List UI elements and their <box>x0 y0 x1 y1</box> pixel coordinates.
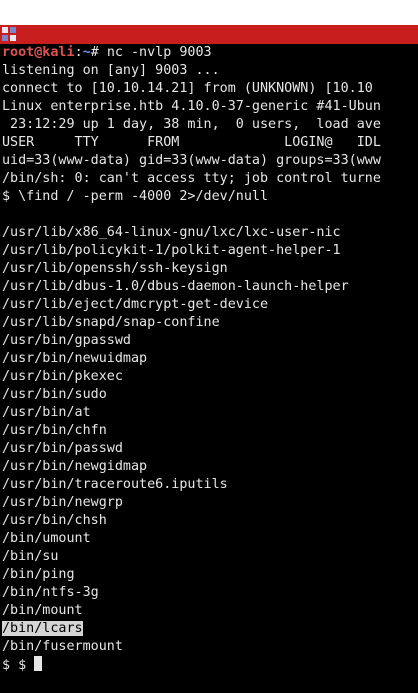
output-line: /bin/su <box>2 549 59 564</box>
output-line: /usr/bin/chfn <box>2 423 107 438</box>
output-line-selected: /bin/lcars <box>2 620 418 638</box>
output-line: /usr/bin/newgidmap <box>2 459 148 474</box>
output-line: listening on [any] 9003 ... <box>2 63 220 78</box>
output-line: /usr/bin/passwd <box>2 441 123 456</box>
prompt-separator: : <box>74 45 83 60</box>
output-line: /usr/bin/pkexec <box>2 369 123 384</box>
selected-text[interactable]: /bin/lcars <box>2 621 83 636</box>
output-line: /usr/bin/traceroute6.iputils <box>2 477 228 492</box>
terminal-output[interactable]: root@kali:~# nc -nvlp 9003 listening on … <box>2 44 418 693</box>
output-line: $ \find / -perm -4000 2>/dev/null <box>2 189 269 204</box>
command-output: listening on [any] 9003 ... connect to [1… <box>2 62 418 620</box>
terminal-title-bar <box>0 25 418 44</box>
output-line: /usr/lib/openssh/ssh-keysign <box>2 261 228 276</box>
output-line: /bin/mount <box>2 603 83 618</box>
prompt-command: nc -nvlp 9003 <box>106 45 212 60</box>
output-line: connect to [10.10.14.21] from (UNKNOWN) … <box>2 81 373 96</box>
prompt-line: root@kali:~# nc -nvlp 9003 <box>2 44 418 62</box>
prompt-symbol: # <box>90 45 107 60</box>
output-line: /usr/lib/eject/dmcrypt-get-device <box>2 297 269 312</box>
output-line: /usr/lib/x86_64-linux-gnu/lxc/lxc-user-n… <box>2 225 341 240</box>
output-line: /bin/sh: 0: can't access tty; job contro… <box>2 171 381 186</box>
output-line: /usr/bin/newuidmap <box>2 351 148 366</box>
output-line: 23:12:29 up 1 day, 38 min, 0 users, load… <box>2 117 381 132</box>
output-line: /bin/ping <box>2 567 75 582</box>
output-line: Linux enterprise.htb 4.10.0-37-generic #… <box>2 99 381 114</box>
output-line: /usr/lib/snapd/snap-confine <box>2 315 220 330</box>
output-line: /usr/lib/policykit-1/polkit-agent-helper… <box>2 243 341 258</box>
text-cursor <box>34 656 43 671</box>
final-prompt-line[interactable]: $ $ <box>2 656 418 674</box>
output-line: /usr/lib/dbus-1.0/dbus-daemon-launch-hel… <box>2 279 349 294</box>
output-line: /usr/bin/at <box>2 405 91 420</box>
output-line: /usr/bin/sudo <box>2 387 107 402</box>
output-line: USER TTY FROM LOGIN@ IDL <box>2 135 381 150</box>
output-line: /usr/bin/newgrp <box>2 495 123 510</box>
terminal-app-icon[interactable] <box>2 27 16 41</box>
output-line: /bin/umount <box>2 531 91 546</box>
final-prompt: $ $ <box>2 658 35 673</box>
output-line: uid=33(www-data) gid=33(www-data) groups… <box>2 153 381 168</box>
top-panel <box>0 0 418 25</box>
output-line: /bin/fusermount <box>2 639 123 654</box>
output-line: /usr/bin/chsh <box>2 513 107 528</box>
output-line: /usr/bin/gpasswd <box>2 333 131 348</box>
prompt-path: ~ <box>82 45 91 60</box>
prompt-user-host: root@kali <box>2 45 75 60</box>
output-line: /bin/ntfs-3g <box>2 585 99 600</box>
